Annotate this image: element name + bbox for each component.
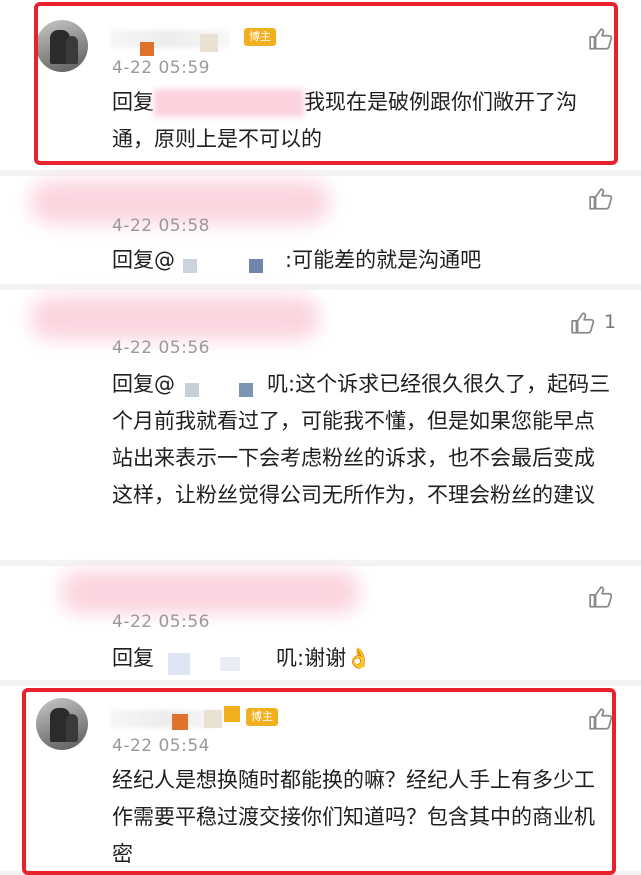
like-button[interactable] [588,26,614,52]
username-redacted [30,296,320,340]
thumbs-up-icon [571,312,595,334]
comment-text: 回复 我现在是破例跟你们敞开了沟通，原则上是不可以的 [112,84,612,158]
reply-prefix: 回复@ [112,372,175,396]
comment-1: 博主 4-22 05:59 回复 我现在是破例跟你们敞开了沟通，原则上是不可以的 [0,0,641,170]
like-button[interactable] [588,706,614,732]
comment-time: 4-22 05:56 [112,612,210,632]
comment-time: 4-22 05:58 [112,216,210,236]
thumbs-up-icon [589,188,613,210]
comment-2: 4-22 05:58 回复@ :可能差的就是沟通吧 [0,176,641,284]
username-pixel [140,42,154,56]
blogger-badge: 博主 [244,28,276,46]
ok-hand-emoji: 👌 [346,646,371,670]
comment-5: 博主 4-22 05:54 经纪人是想换随时都能换的嘛？经纪人手上有多少工作需要… [0,686,641,871]
comment-time: 4-22 05:54 [112,736,210,756]
blogger-badge: 博主 [246,708,278,726]
reply-prefix: 回复@ [112,248,175,272]
mention-redacted [175,371,267,399]
comment-text: 回复@ :可能差的就是沟通吧 [112,242,612,279]
comment-time: 4-22 05:59 [112,58,210,78]
thumbs-up-icon [589,28,613,50]
reply-prefix: 回复 [112,90,154,114]
comment-text: 回复 叽:谢谢👌 [112,640,612,677]
comment-body: :谢谢 [297,646,347,670]
mention-redacted [154,645,276,675]
username-pixel [172,714,188,730]
avatar[interactable] [36,20,88,72]
mention-tail: 叽 [276,646,297,670]
username-pixel [224,706,240,722]
mention-tail: 叽 [267,372,288,396]
username-pixel [200,34,218,52]
username-pixel [204,710,222,728]
like-button[interactable] [588,584,614,610]
mention-redacted [175,247,285,275]
reply-prefix: 回复 [112,646,154,670]
thumbs-up-icon [589,586,613,608]
avatar[interactable] [36,698,88,750]
thumbs-up-icon [589,708,613,730]
like-button[interactable] [570,310,596,336]
like-button[interactable] [588,186,614,212]
username-redacted [60,570,360,614]
comment-text: 回复@ 叽:这个诉求已经很久很久了，起码三个月前我就看过了，可能我不懂，但是如果您… [112,366,612,514]
like-count: 1 [604,311,617,333]
comment-4: 4-22 05:56 回复 叽:谢谢👌 [0,566,641,680]
comment-text: 经纪人是想换随时都能换的嘛？经纪人手上有多少工作需要平稳过渡交接你们知道吗？包含… [112,762,612,873]
mention-redacted [154,89,304,117]
comment-body: 经纪人是想换随时都能换的嘛？经纪人手上有多少工作需要平稳过渡交接你们知道吗？包含… [112,768,595,866]
comment-body: :可能差的就是沟通吧 [285,248,482,272]
comment-time: 4-22 05:56 [112,338,210,358]
comment-3: 4-22 05:56 回复@ 叽:这个诉求已经很久很久了，起码三个月前我就看过了，… [0,290,641,560]
